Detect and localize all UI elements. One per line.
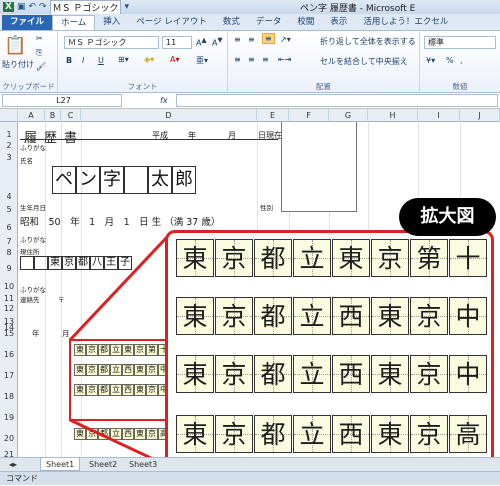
zoom-row-3: 東京都立西東京中 (176, 355, 488, 393)
sheet-tabs-bar: ◂▸ Sheet1 Sheet2 Sheet3 (0, 457, 500, 471)
zoom-row-2: 東京都立西東京中 (176, 297, 488, 335)
sheet-tab-2[interactable]: Sheet2 (84, 458, 122, 471)
zoom-badge: 拡大図 (399, 198, 496, 236)
sheet-tab-1[interactable]: Sheet1 (40, 458, 81, 471)
sheet-tab-3[interactable]: Sheet3 (124, 458, 162, 471)
sheet-nav-icon[interactable]: ◂▸ (4, 458, 22, 471)
zoom-callout: 東京都立東京第十 東京都立西東京中 東京都立西東京中 東京都立西東京高 (165, 230, 494, 467)
zoom-row-4: 東京都立西東京高 (176, 415, 488, 453)
zoom-row-1: 東京都立東京第十 (176, 239, 488, 277)
status-bar: コマンド (0, 471, 500, 485)
